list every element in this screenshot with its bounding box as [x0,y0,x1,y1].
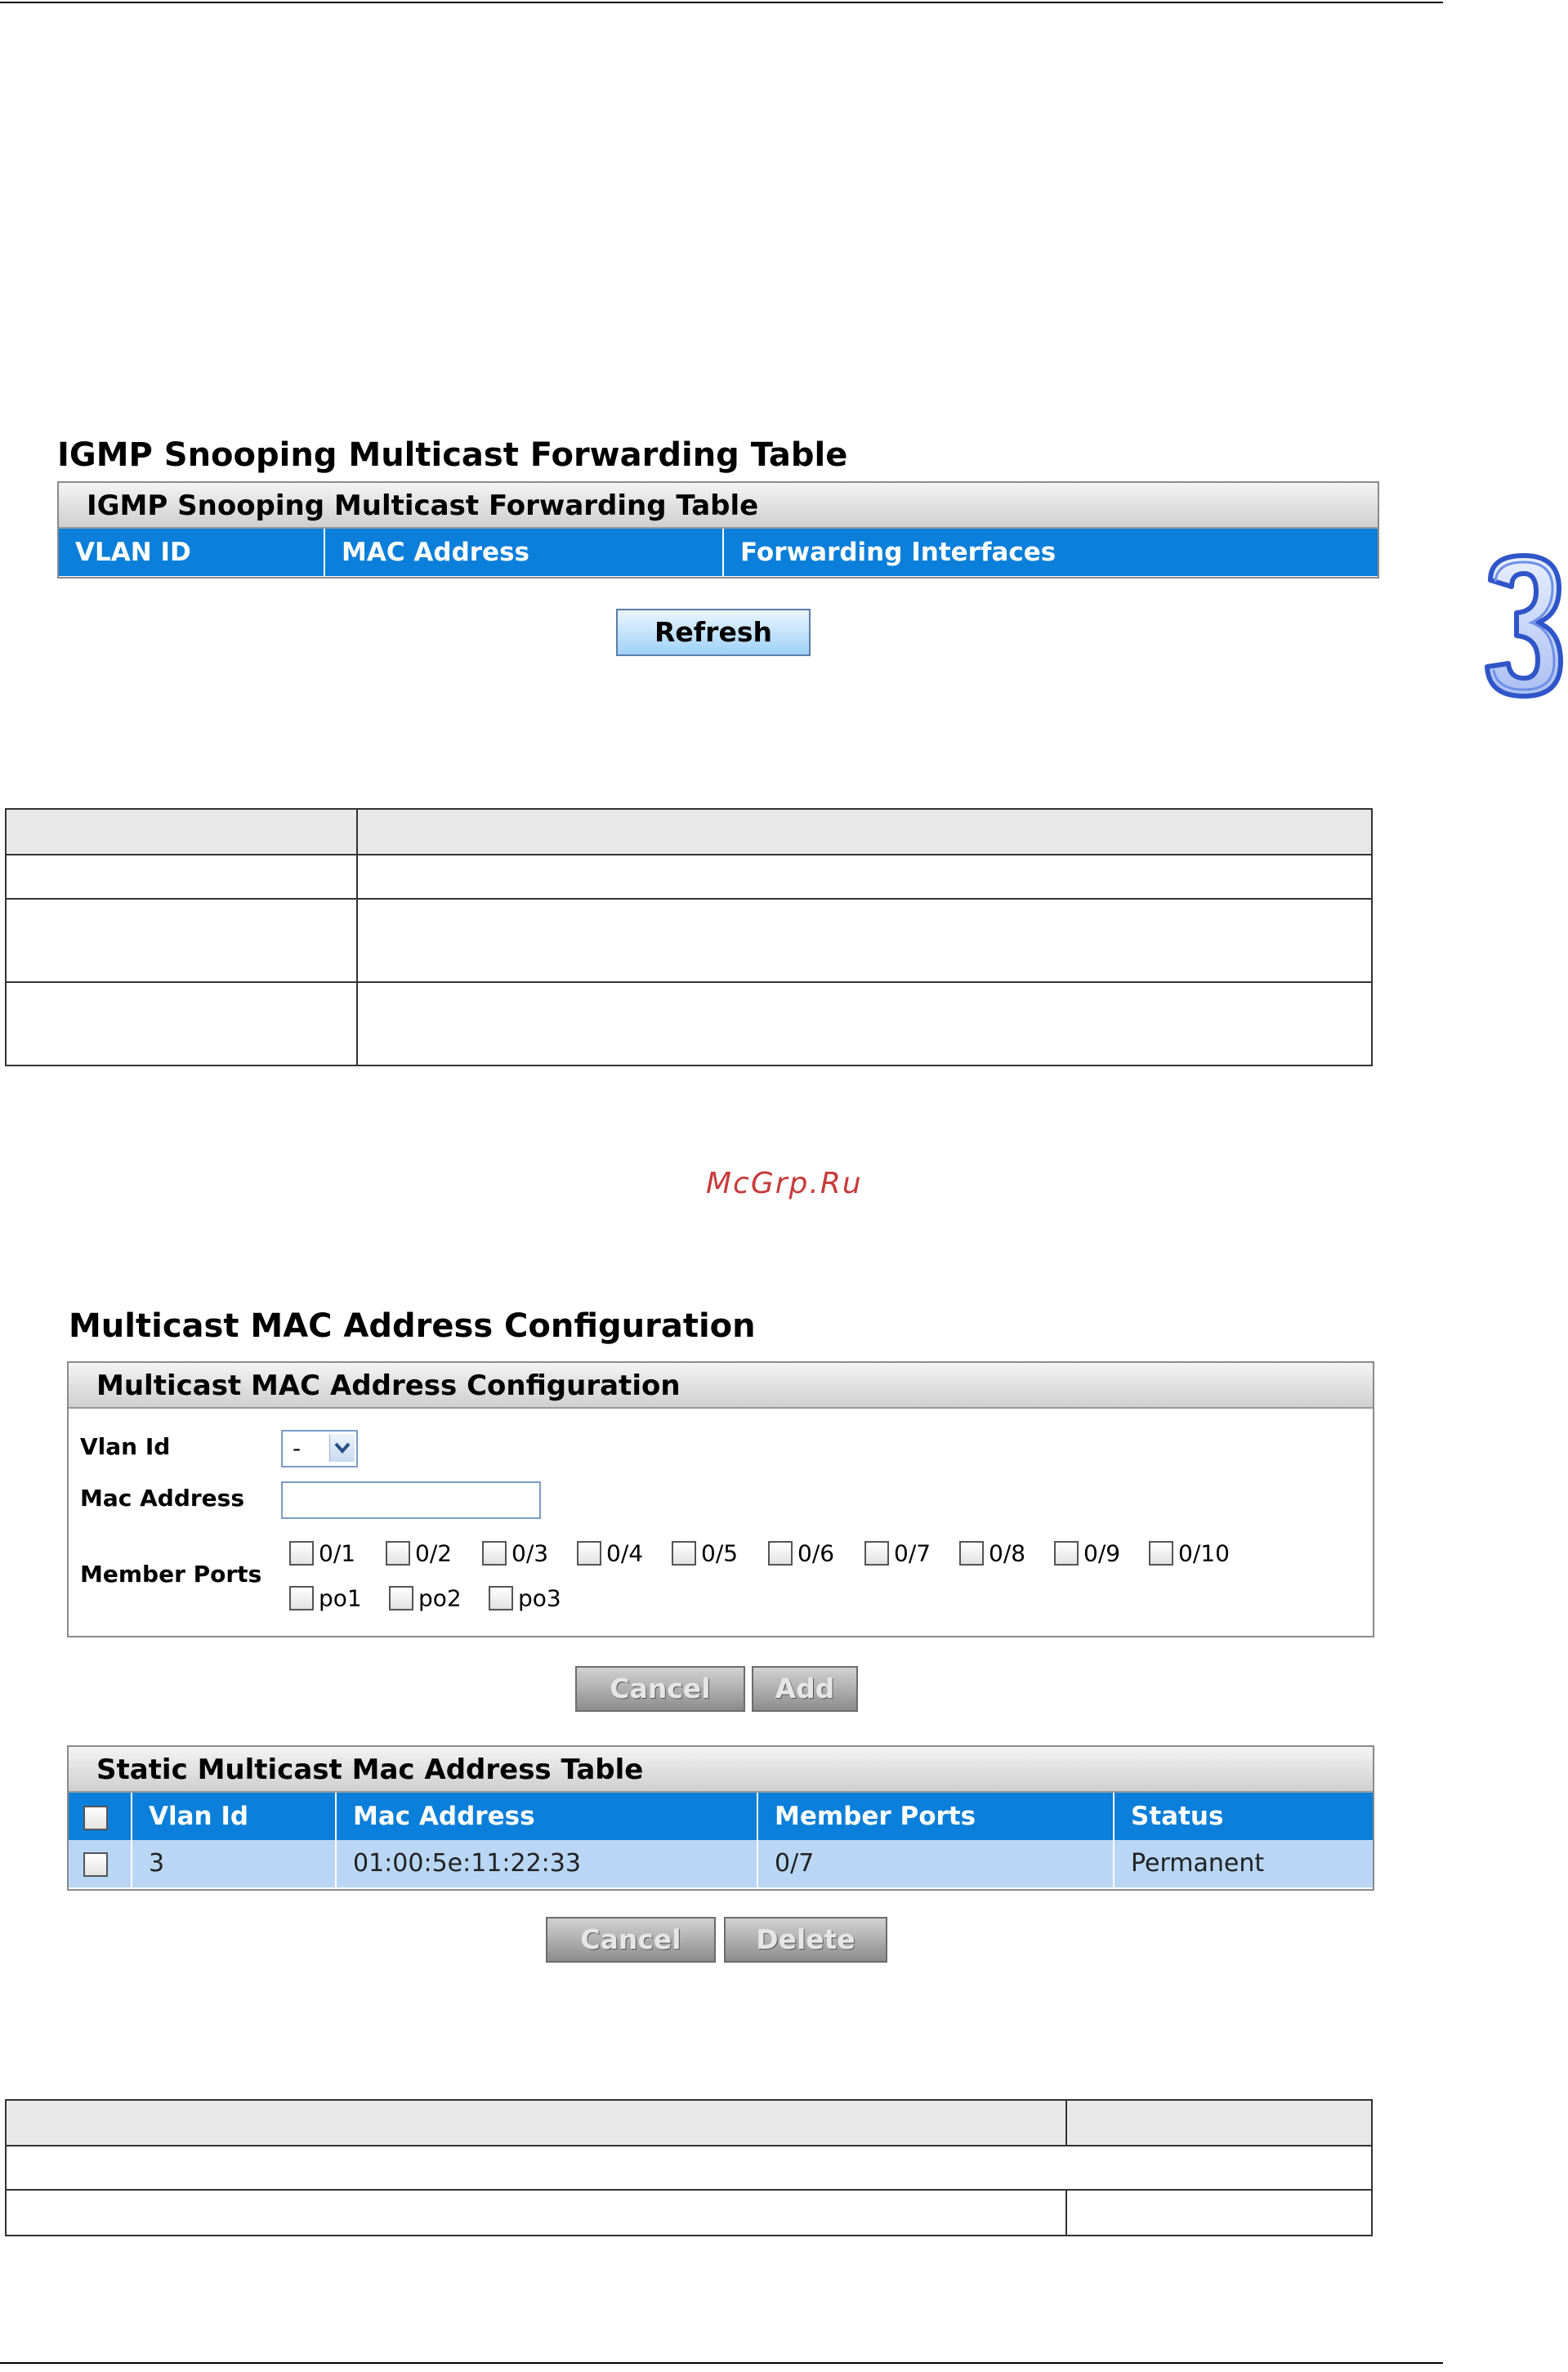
select-all-checkbox[interactable] [83,1805,108,1830]
vlan-id-value: - [293,1435,302,1462]
select-all-cell [69,1793,132,1840]
chevron-down-icon[interactable] [329,1434,355,1462]
static-mac-table: Static Multicast Mac Address Table Vlan … [67,1745,1374,1891]
cell-member-ports: 0/7 [758,1840,1115,1887]
port-checkbox-0-2[interactable]: 0/2 [386,1539,452,1567]
vlan-id-select[interactable]: - [281,1430,358,1467]
checkbox[interactable] [386,1541,410,1566]
port-checkbox-0-7[interactable]: 0/7 [864,1539,931,1567]
column-header-status: Status [1131,1802,1224,1831]
cell-status: Permanent [1131,1849,1265,1878]
table-row[interactable]: 3 01:00:5e:11:22:33 0/7 Permanent [69,1840,1373,1887]
vlan-id-label: Vlan Id [80,1433,171,1460]
column-header-mac-address: MAC Address [325,529,724,576]
add-button[interactable]: Add [752,1666,858,1712]
delete-button[interactable]: Delete [724,1917,887,1963]
igmp-page-heading: IGMP Snooping Multicast Forwarding Table [57,436,848,474]
port-checkbox-po1[interactable]: po1 [289,1584,362,1612]
port-checkbox-0-1[interactable]: 0/1 [289,1539,355,1567]
top-rule [0,2,1443,3]
port-checkbox-0-3[interactable]: 0/3 [482,1539,548,1567]
mac-address-input[interactable] [281,1481,541,1519]
port-checkbox-0-10[interactable]: 0/10 [1149,1539,1230,1567]
static-table-header-row: Vlan Id Mac Address Member Ports Status [69,1793,1373,1840]
igmp-panel-title: IGMP Snooping Multicast Forwarding Table [59,483,1378,529]
checkbox[interactable] [959,1541,984,1566]
port-checkbox-0-4[interactable]: 0/4 [577,1539,643,1567]
checkbox[interactable] [1149,1541,1173,1566]
igmp-table-header-row: VLAN ID MAC Address Forwarding Interface… [59,529,1378,576]
port-checkbox-0-9[interactable]: 0/9 [1054,1539,1120,1567]
checkbox[interactable] [864,1541,889,1566]
port-checkbox-0-5[interactable]: 0/5 [672,1539,738,1567]
doc-table-1 [5,808,1373,1066]
column-header-mac-address: Mac Address [337,1793,758,1840]
checkbox[interactable] [389,1586,413,1610]
mcast-panel-title: Multicast MAC Address Configuration [69,1363,1373,1409]
table-cancel-button[interactable]: Cancel [546,1917,716,1963]
checkbox[interactable] [482,1541,507,1566]
bottom-rule [0,2362,1443,2364]
doc-table-2 [5,2099,1373,2236]
cell-mac-address: 01:00:5e:11:22:33 [337,1840,758,1887]
checkbox[interactable] [577,1541,601,1566]
refresh-button[interactable]: Refresh [616,609,811,656]
mac-address-label: Mac Address [80,1485,244,1512]
checkbox[interactable] [768,1541,793,1566]
mcast-page-heading: Multicast MAC Address Configuration [69,1307,756,1345]
port-checkbox-po3[interactable]: po3 [489,1584,561,1612]
column-header-vlan-id: Vlan Id [132,1793,337,1840]
column-header-vlan-id: VLAN ID [59,529,325,576]
checkbox[interactable] [1054,1541,1079,1566]
column-header-forwarding-interfaces: Forwarding Interfaces [740,538,1057,567]
watermark-text: McGrp.Ru [706,1167,863,1200]
port-checkbox-0-8[interactable]: 0/8 [959,1539,1025,1567]
row-checkbox[interactable] [83,1852,108,1877]
cell-vlan-id: 3 [132,1840,337,1887]
member-ports-label: Member Ports [80,1561,262,1588]
column-header-member-ports: Member Ports [758,1793,1115,1840]
checkbox[interactable] [489,1586,513,1610]
checkbox[interactable] [672,1541,696,1566]
checkbox[interactable] [289,1586,314,1610]
static-table-title: Static Multicast Mac Address Table [69,1747,1373,1793]
mcast-config-panel: Multicast MAC Address Configuration [67,1361,1374,1637]
cancel-button[interactable]: Cancel [575,1666,745,1712]
port-checkbox-po2[interactable]: po2 [389,1584,462,1612]
chapter-number-icon [1485,553,1563,699]
row-select-cell [69,1840,132,1887]
igmp-forwarding-table: IGMP Snooping Multicast Forwarding Table… [57,481,1379,578]
port-checkbox-0-6[interactable]: 0/6 [768,1539,834,1567]
checkbox[interactable] [289,1541,314,1566]
